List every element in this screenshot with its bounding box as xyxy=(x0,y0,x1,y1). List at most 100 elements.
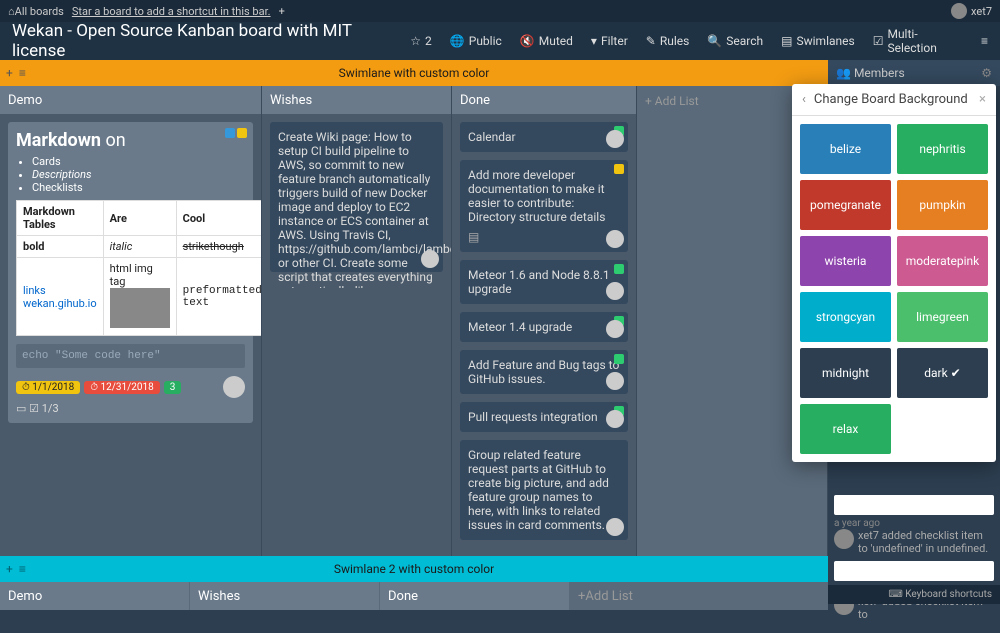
card-done[interactable]: Meteor 1.6 and Node 8.8.1 upgrade xyxy=(460,260,628,304)
markdown-title: Markdown on xyxy=(16,130,245,151)
star-count[interactable]: ☆2 xyxy=(410,34,432,48)
menu-btn[interactable]: ≡ xyxy=(981,34,988,48)
back-icon[interactable]: ‹ xyxy=(802,92,806,107)
color-tile-pomegranate[interactable]: pomegranate xyxy=(800,180,891,230)
all-boards-link[interactable]: All boards xyxy=(15,5,64,18)
card-avatar[interactable] xyxy=(606,282,624,300)
board-title[interactable]: Wekan - Open Source Kanban board with MI… xyxy=(12,21,392,61)
user-avatar[interactable] xyxy=(951,3,967,19)
color-tile-nephritis[interactable]: nephritis xyxy=(897,124,988,174)
search-icon: 🔍 xyxy=(707,34,722,48)
color-tile-dark[interactable]: dark ✔ xyxy=(897,348,988,398)
color-tile-strongcyan[interactable]: strongcyan xyxy=(800,292,891,342)
star-icon: ☆ xyxy=(410,34,421,48)
card-avatar[interactable] xyxy=(606,320,624,338)
keyboard-icon: ⌨ xyxy=(888,589,902,600)
color-tile-wisteria[interactable]: wisteria xyxy=(800,236,891,286)
card-label xyxy=(614,354,624,364)
end-date-pill[interactable]: ⏱ 12/31/2018 xyxy=(84,381,160,394)
checklist-icon: ☑ xyxy=(29,402,39,415)
check-icon: ☑ xyxy=(873,34,884,48)
color-tile-midnight[interactable]: midnight xyxy=(800,348,891,398)
list-header-wishes[interactable]: Wishes xyxy=(262,86,451,114)
pencil-icon: ✎ xyxy=(646,34,656,48)
swimlane1-header[interactable]: + ≡ Swimlane with custom color xyxy=(0,60,828,86)
close-icon[interactable]: × xyxy=(979,92,986,107)
members-icon: 👥 xyxy=(836,66,851,80)
filter-btn[interactable]: ▾Filter xyxy=(591,34,628,48)
board-lists: Demo Markdown on Cards Descriptions Chec… xyxy=(0,86,828,556)
card-avatar[interactable] xyxy=(606,130,624,148)
start-date-pill[interactable]: ⏱ 1/1/2018 xyxy=(16,381,80,394)
card-text: Calendar xyxy=(468,130,516,144)
card-done[interactable]: Add more developer documentation to make… xyxy=(460,160,628,252)
color-tile-belize[interactable]: belize xyxy=(800,124,891,174)
search-btn[interactable]: 🔍Search xyxy=(707,34,763,48)
card-avatar[interactable] xyxy=(606,230,624,248)
add-swimlane-icon[interactable]: + xyxy=(6,562,13,576)
muted[interactable]: 🔇Muted xyxy=(520,34,573,48)
swimlanes-btn[interactable]: ▤Swimlanes xyxy=(781,34,855,48)
list-header-demo[interactable]: Demo xyxy=(0,86,261,114)
color-tile-pumpkin[interactable]: pumpkin xyxy=(897,180,988,230)
card-done[interactable]: Group related feature request parts at G… xyxy=(460,440,628,540)
swimlane2-title: Swimlane 2 with custom color xyxy=(334,562,494,576)
keyboard-shortcuts[interactable]: ⌨ Keyboard shortcuts xyxy=(828,585,1000,604)
list-header-done[interactable]: Done xyxy=(452,86,636,114)
card-wishes-ci[interactable]: Create Wiki page: How to setup CI build … xyxy=(270,122,443,272)
color-tile-relax[interactable]: relax xyxy=(800,404,891,454)
card-avatar[interactable] xyxy=(223,376,245,398)
activity-text: xet7 added checklist item to 'undefined'… xyxy=(858,529,994,555)
card-text: Meteor 1.4 upgrade xyxy=(468,320,572,334)
add-swimlane-icon[interactable]: + xyxy=(6,66,13,80)
swimlane2-header[interactable]: + ≡ Swimlane 2 with custom color xyxy=(0,556,828,582)
board-header: Wekan - Open Source Kanban board with MI… xyxy=(0,22,1000,60)
multi-select-btn[interactable]: ☑Multi-Selection xyxy=(873,27,963,55)
home-icon[interactable]: ⌂ xyxy=(8,5,15,18)
count-pill: 3 xyxy=(164,381,182,394)
comment-icon: ▭ xyxy=(16,402,26,415)
card-text: Meteor 1.6 and Node 8.8.1 upgrade xyxy=(468,268,610,296)
list2-done[interactable]: Done xyxy=(380,582,570,610)
activity-box xyxy=(834,561,994,581)
list-demo: Demo Markdown on Cards Descriptions Chec… xyxy=(0,86,262,556)
mute-icon: 🔇 xyxy=(520,34,535,48)
card-avatar[interactable] xyxy=(606,518,624,536)
card-done[interactable]: Add Feature and Bug tags to GitHub issue… xyxy=(460,350,628,394)
card-label xyxy=(614,164,624,174)
card-markdown[interactable]: Markdown on Cards Descriptions Checklist… xyxy=(8,122,253,423)
star-hint[interactable]: Star a board to add a shortcut in this b… xyxy=(72,5,271,18)
card-done[interactable]: Meteor 1.4 upgrade xyxy=(460,312,628,342)
swimlane-menu-icon[interactable]: ≡ xyxy=(19,66,26,80)
popup-header: ‹ Change Board Background × xyxy=(792,84,996,116)
card-meta: ⏱ 1/1/2018 ⏱ 12/31/2018 3 xyxy=(16,376,245,398)
color-tile-limegreen[interactable]: limegreen xyxy=(897,292,988,342)
list-wishes: Wishes Create Wiki page: How to setup CI… xyxy=(262,86,452,556)
list2-wishes[interactable]: Wishes xyxy=(190,582,380,610)
card-avatar[interactable] xyxy=(606,372,624,390)
list2-demo[interactable]: Demo xyxy=(0,582,190,610)
card-done[interactable]: Pull requests integration xyxy=(460,402,628,432)
card-avatar[interactable] xyxy=(421,250,439,268)
desc-icon: ▤ xyxy=(468,230,620,244)
list2-add[interactable]: + Add List xyxy=(570,582,828,610)
activity-box xyxy=(834,495,994,515)
list-done: Done Calendar Add more developer document… xyxy=(452,86,637,556)
inline-image xyxy=(110,288,170,328)
card-text: Add more developer documentation to make… xyxy=(468,168,605,224)
add-board-icon[interactable]: + xyxy=(279,5,285,18)
gear-icon[interactable]: ⚙ xyxy=(981,66,992,80)
top-bar: ⌂ All boards Star a board to add a short… xyxy=(0,0,1000,22)
activity-time: a year ago xyxy=(834,518,994,529)
popup-title: Change Board Background xyxy=(814,92,968,107)
color-tile-moderatepink[interactable]: moderatepink xyxy=(897,236,988,286)
rules-btn[interactable]: ✎Rules xyxy=(646,34,690,48)
card-avatar[interactable] xyxy=(606,410,624,428)
visibility[interactable]: 🌐Public xyxy=(450,34,502,48)
card-done[interactable]: Calendar xyxy=(460,122,628,152)
checklist-row: ▭ ☑ 1/3 xyxy=(16,402,245,415)
swimlane-menu-icon[interactable]: ≡ xyxy=(19,562,26,576)
username[interactable]: xet7 xyxy=(971,5,992,18)
members-header[interactable]: 👥 Members ⚙ xyxy=(828,60,1000,86)
swimlane-icon: ▤ xyxy=(781,34,792,48)
